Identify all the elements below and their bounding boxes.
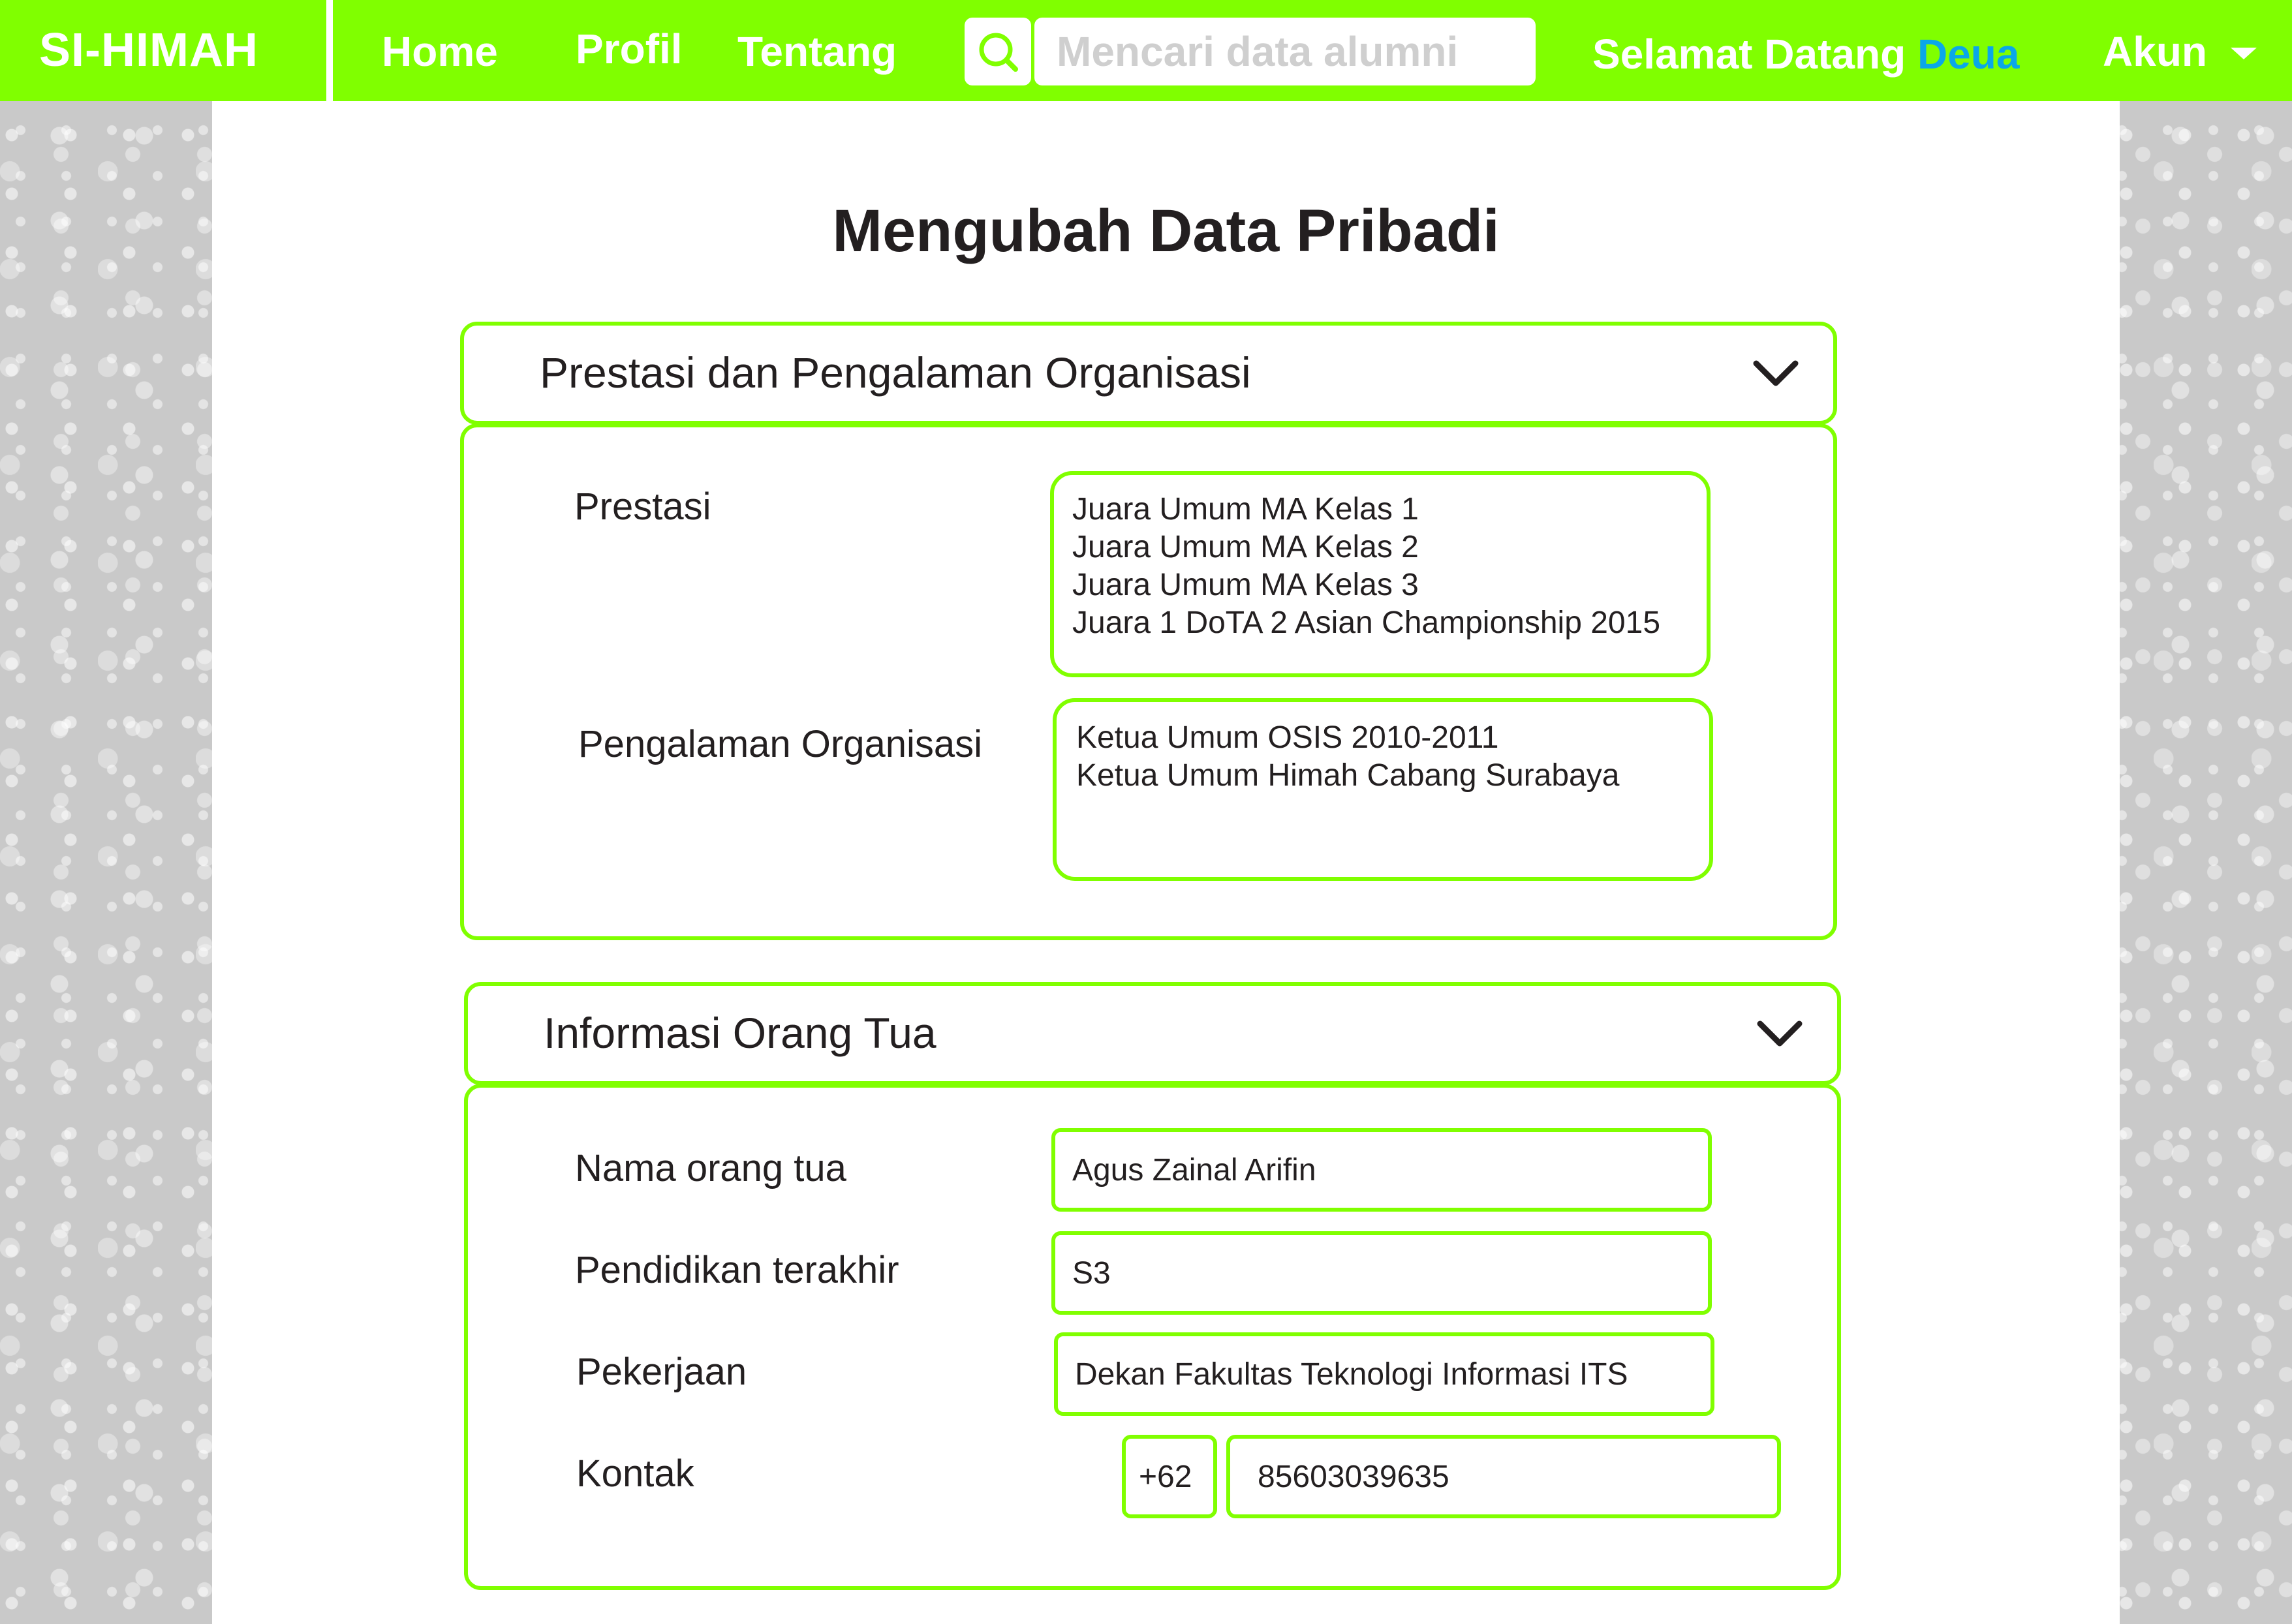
prestasi-label: Prestasi — [574, 485, 711, 528]
kontak-label: Kontak — [576, 1452, 694, 1495]
account-menu[interactable]: Akun — [2103, 27, 2257, 76]
pekerjaan-label: Pekerjaan — [576, 1351, 747, 1393]
nav-profil[interactable]: Profil — [576, 25, 683, 73]
account-label: Akun — [2103, 28, 2207, 75]
accordion-title-orangtua: Informasi Orang Tua — [544, 1009, 937, 1057]
accordion-title-prestasi: Prestasi dan Pengalaman Organisasi — [540, 348, 1251, 397]
pekerjaan-input[interactable] — [1054, 1332, 1714, 1416]
kontak-country-code-input[interactable] — [1122, 1435, 1217, 1518]
page-title: Mengubah Data Pribadi — [832, 198, 1500, 264]
welcome-username: Deua — [1917, 31, 2020, 78]
welcome-message: Selamat Datang Deua — [1592, 30, 2019, 78]
pendidikan-terakhir-input[interactable] — [1051, 1231, 1712, 1315]
main-content: Mengubah Data Pribadi Prestasi dan Penga… — [212, 101, 2120, 1624]
prestasi-textarea[interactable]: Juara Umum MA Kelas 1 Juara Umum MA Kela… — [1050, 471, 1711, 677]
accordion-body-orangtua: Nama orang tua Pendidikan terakhir Peker… — [464, 1084, 1841, 1590]
nav-tentang[interactable]: Tentang — [737, 27, 897, 76]
search-button[interactable] — [965, 18, 1031, 85]
navbar-divider — [326, 0, 333, 101]
pengalaman-organisasi-label: Pengalaman Organisasi — [578, 723, 983, 765]
accordion-header-orangtua[interactable]: Informasi Orang Tua — [464, 982, 1841, 1085]
nama-orang-tua-input[interactable] — [1051, 1128, 1712, 1212]
kontak-number-input[interactable] — [1226, 1435, 1781, 1518]
accordion-header-prestasi[interactable]: Prestasi dan Pengalaman Organisasi — [460, 322, 1837, 425]
nama-orang-tua-label: Nama orang tua — [575, 1147, 846, 1189]
search-input[interactable] — [1034, 18, 1536, 85]
search-icon — [979, 33, 1018, 72]
pendidikan-terakhir-label: Pendidikan terakhir — [575, 1249, 899, 1291]
nav-home[interactable]: Home — [382, 27, 498, 76]
welcome-prefix: Selamat Datang — [1592, 31, 1906, 78]
caret-down-icon — [2231, 48, 2257, 59]
chevron-down-icon — [1757, 1020, 1803, 1047]
navbar: SI-HIMAH Home Profil Tentang Selamat Dat… — [0, 0, 2292, 101]
chevron-down-icon — [1753, 360, 1799, 386]
pengalaman-organisasi-textarea[interactable]: Ketua Umum OSIS 2010-2011 Ketua Umum Him… — [1053, 698, 1713, 881]
accordion-body-prestasi: Prestasi Juara Umum MA Kelas 1 Juara Umu… — [460, 423, 1837, 940]
brand-logo[interactable]: SI-HIMAH — [39, 23, 258, 77]
